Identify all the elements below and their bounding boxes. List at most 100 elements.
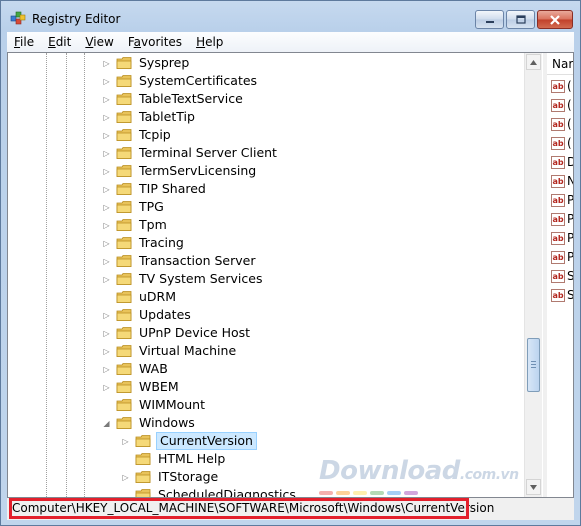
- expand-arrow-icon[interactable]: ▷: [102, 383, 111, 392]
- tree-item[interactable]: uDRM: [102, 288, 178, 306]
- tree-item[interactable]: ▷ TabletTip: [102, 108, 197, 126]
- watermark-dot: [404, 491, 418, 495]
- tree-item[interactable]: ▷ SystemCertificates: [102, 72, 259, 90]
- watermark-main: Download: [319, 456, 460, 486]
- folder-icon: [116, 128, 132, 142]
- expand-arrow-icon[interactable]: ▷: [102, 203, 111, 212]
- tree-item[interactable]: ScheduledDiagnostics: [121, 486, 298, 497]
- watermark-dot: [387, 491, 401, 495]
- value-row[interactable]: ab(: [551, 77, 572, 95]
- tree-item[interactable]: HTML Help: [121, 450, 227, 468]
- tree-item[interactable]: ▷ Virtual Machine: [102, 342, 238, 360]
- value-row[interactable]: ab P: [551, 210, 573, 228]
- expand-arrow-icon[interactable]: ▷: [102, 311, 111, 320]
- tree-item-label: Virtual Machine: [139, 343, 237, 358]
- registry-values-pane[interactable]: Nar ab(ab(ab(ab(ab Dab Nab Pab Pab Pab Pab Sab S: [547, 53, 573, 497]
- tree-item[interactable]: ▷ TV System Services: [102, 270, 264, 288]
- value-row[interactable]: ab P: [551, 191, 573, 209]
- scroll-up-button[interactable]: [526, 54, 541, 70]
- menu-bar: File Edit View Favorites Help: [7, 32, 574, 52]
- tree-item[interactable]: ▷ Tpm: [102, 216, 169, 234]
- tree-item[interactable]: ▷ TableTextService: [102, 90, 245, 108]
- menu-view[interactable]: View: [78, 33, 120, 51]
- expand-arrow-icon[interactable]: ▷: [102, 113, 111, 122]
- tree-item[interactable]: ▷ Sysprep: [102, 54, 191, 72]
- expand-arrow-icon[interactable]: ▷: [121, 473, 130, 482]
- minimize-button[interactable]: [475, 10, 504, 29]
- menu-edit[interactable]: Edit: [41, 33, 78, 51]
- expand-arrow-icon[interactable]: ▷: [102, 239, 111, 248]
- folder-icon: [116, 200, 132, 214]
- tree-item[interactable]: ▷ WAB: [102, 360, 170, 378]
- menu-view-rest: iew: [93, 35, 114, 49]
- registry-tree-pane[interactable]: ▷ Sysprep ▷ SystemCertificates ▷ TableTextSer…: [8, 53, 543, 497]
- tree-item[interactable]: ▷ CurrentVersion: [121, 432, 257, 450]
- close-button[interactable]: [537, 10, 573, 29]
- tree-item[interactable]: ▷ UPnP Device Host: [102, 324, 252, 342]
- grip-line: [531, 364, 536, 365]
- menu-file[interactable]: File: [7, 33, 41, 51]
- expand-arrow-icon[interactable]: ▷: [102, 275, 111, 284]
- value-row[interactable]: ab(: [551, 134, 572, 152]
- tree-item[interactable]: ▷ TPG: [102, 198, 166, 216]
- title-bar[interactable]: Registry Editor: [1, 1, 580, 31]
- tree-item[interactable]: WIMMount: [102, 396, 207, 414]
- folder-icon: [116, 146, 132, 160]
- value-row[interactable]: ab D: [551, 153, 573, 171]
- close-icon: [550, 14, 560, 25]
- menu-favorites[interactable]: Favorites: [121, 33, 189, 51]
- tree-item[interactable]: ▷ Terminal Server Client: [102, 144, 279, 162]
- expand-arrow-icon[interactable]: ▷: [102, 329, 111, 338]
- expand-arrow-icon[interactable]: ▷: [102, 347, 111, 356]
- expand-arrow-icon[interactable]: ▷: [102, 365, 111, 374]
- tree-view[interactable]: ▷ Sysprep ▷ SystemCertificates ▷ TableTextSer…: [8, 53, 524, 497]
- tree-item[interactable]: ▷ TermServLicensing: [102, 162, 258, 180]
- expand-arrow-icon[interactable]: ▷: [102, 149, 111, 158]
- value-name: P: [567, 193, 573, 207]
- tree-item-label: Tracing: [139, 235, 184, 250]
- tree-item[interactable]: ▷ WBEM: [102, 378, 181, 396]
- expand-arrow-icon[interactable]: ▷: [102, 131, 111, 140]
- folder-icon: [135, 434, 151, 448]
- tree-item-label: uDRM: [139, 289, 177, 304]
- expand-arrow-icon[interactable]: ▷: [121, 437, 130, 446]
- tree-item[interactable]: ▷ ITStorage: [121, 468, 220, 486]
- expand-arrow-icon[interactable]: ▷: [102, 257, 111, 266]
- expand-arrow-icon[interactable]: ▷: [102, 167, 111, 176]
- menu-help[interactable]: Help: [189, 33, 230, 51]
- value-row[interactable]: ab(: [551, 96, 572, 114]
- expand-arrow-icon[interactable]: ▷: [102, 221, 111, 230]
- expand-arrow-icon[interactable]: ▷: [102, 185, 111, 194]
- value-row[interactable]: ab(: [551, 115, 572, 133]
- expand-arrow-icon[interactable]: ▷: [102, 95, 111, 104]
- folder-icon: [116, 416, 132, 430]
- value-row[interactable]: ab S: [551, 267, 573, 285]
- tree-item[interactable]: ▷ Transaction Server: [102, 252, 257, 270]
- string-value-icon: ab: [551, 117, 565, 131]
- tree-item[interactable]: ◢ Windows: [102, 414, 197, 432]
- tree-vertical-scrollbar[interactable]: [524, 53, 542, 497]
- value-row[interactable]: ab P: [551, 229, 573, 247]
- expand-arrow-icon[interactable]: ▷: [102, 77, 111, 86]
- tree-item[interactable]: ▷ Tcpip: [102, 126, 173, 144]
- expand-arrow-icon[interactable]: ▷: [102, 59, 111, 68]
- folder-icon: [116, 326, 132, 340]
- menu-help-mnemonic: H: [196, 35, 206, 49]
- maximize-button[interactable]: [506, 10, 535, 29]
- tree-item-label: TV System Services: [139, 271, 263, 286]
- value-row[interactable]: ab S: [551, 286, 573, 304]
- column-header-name[interactable]: Nar: [547, 53, 573, 75]
- scroll-down-icon: [530, 484, 537, 490]
- value-row[interactable]: ab N: [551, 172, 573, 190]
- scroll-thumb[interactable]: [527, 338, 540, 392]
- watermark-dots: [319, 491, 418, 495]
- tree-item[interactable]: ▷ Updates: [102, 306, 193, 324]
- tree-item-label: TableTextService: [139, 91, 243, 106]
- collapse-arrow-icon[interactable]: ◢: [102, 419, 111, 428]
- tree-item[interactable]: ▷ TIP Shared: [102, 180, 208, 198]
- value-row[interactable]: ab P: [551, 248, 573, 266]
- scroll-down-button[interactable]: [526, 479, 541, 495]
- tree-item[interactable]: ▷ Tracing: [102, 234, 186, 252]
- folder-icon: [116, 272, 132, 286]
- menu-favorites-rest: vorites: [141, 35, 183, 49]
